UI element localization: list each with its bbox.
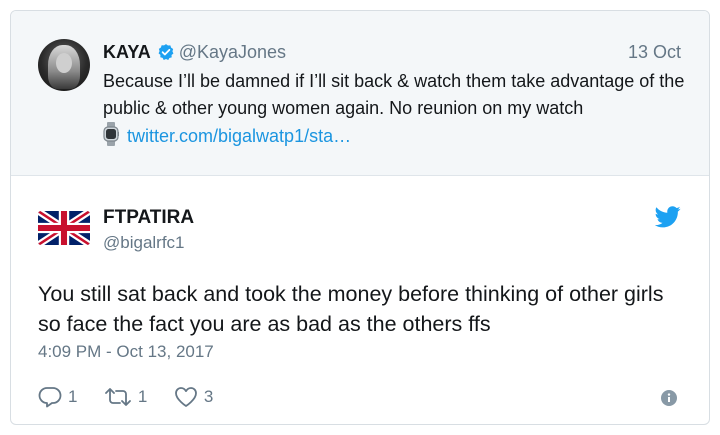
like-icon <box>174 387 197 407</box>
quoted-author-handle[interactable]: @KayaJones <box>179 42 286 62</box>
like-button[interactable]: 3 <box>174 386 213 408</box>
info-icon[interactable] <box>661 390 677 411</box>
quoted-tweet[interactable]: KAYA @KayaJones 13 Oct Because I’ll be da… <box>11 11 709 176</box>
retweet-icon <box>105 388 131 406</box>
quoted-text: Because I’ll be damned if I’ll sit back … <box>103 71 685 118</box>
twitter-bird-icon[interactable] <box>654 206 681 233</box>
quoted-avatar[interactable] <box>38 39 90 91</box>
quoted-link[interactable]: twitter.com/bigalwatp1/sta… <box>127 126 351 146</box>
quoted-date[interactable]: 13 Oct <box>628 41 681 63</box>
reply-icon <box>38 387 62 408</box>
retweet-button[interactable]: 1 <box>104 386 147 408</box>
quoted-header: KAYA @KayaJones <box>103 41 286 66</box>
quoted-link-row: twitter.com/bigalwatp1/sta… <box>103 122 351 154</box>
tweet-text: You still sat back and took the money be… <box>38 282 664 336</box>
tweet-timestamp[interactable]: 4:09 PM - Oct 13, 2017 <box>38 341 214 363</box>
action-bar: 1 1 3 <box>38 386 235 410</box>
reply-count: 1 <box>68 387 78 406</box>
author-handle[interactable]: @bigalrfc1 <box>103 232 185 254</box>
author-name[interactable]: FTPATIRA <box>103 207 194 229</box>
like-count: 3 <box>203 387 214 406</box>
reply-button[interactable]: 1 <box>38 386 77 408</box>
watch-emoji-icon <box>103 122 119 154</box>
retweet-count: 1 <box>137 387 148 406</box>
verified-badge-icon <box>157 43 175 66</box>
tweet-card: KAYA @KayaJones 13 Oct Because I’ll be da… <box>10 10 710 425</box>
quoted-author-name[interactable]: KAYA <box>103 42 151 62</box>
uk-flag-avatar[interactable] <box>38 211 90 245</box>
